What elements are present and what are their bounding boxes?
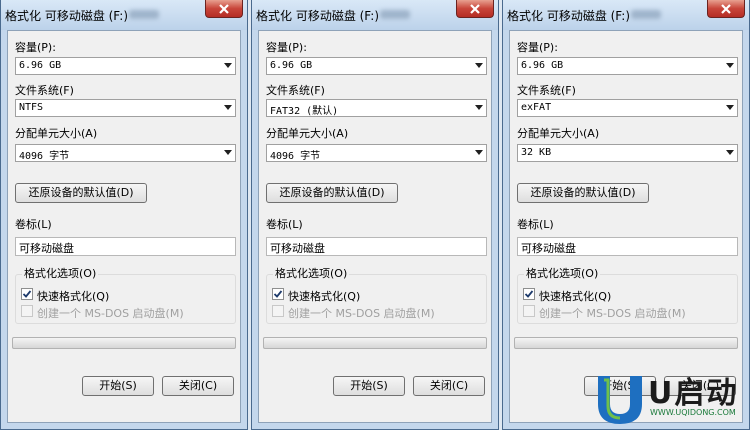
format-progress-bar xyxy=(263,337,487,349)
dialog-body: 容量(P): 6.96 GB 文件系统(F) exFAT 分配单元大小(A) 3… xyxy=(509,30,743,423)
format-dialog-2: 格式化 可移动磁盘 (F:) 容量(P): 6.96 GB 文件系统(F) FA… xyxy=(251,0,499,430)
filesystem-label: 文件系统(F) xyxy=(15,84,74,97)
chevron-down-icon xyxy=(726,63,734,68)
title-redaction xyxy=(129,10,159,19)
volume-label-value: 可移动磁盘 xyxy=(521,242,576,255)
dialog-body: 容量(P): 6.96 GB 文件系统(F) FAT32 (默认) 分配单元大小… xyxy=(258,30,492,423)
filesystem-select[interactable]: exFAT xyxy=(517,99,738,117)
alloc-size-select[interactable]: 4096 字节 xyxy=(15,144,236,162)
dialog-body: 容量(P): 6.96 GB 文件系统(F) NTFS 分配单元大小(A) 40… xyxy=(7,30,241,423)
volume-label-input[interactable]: 可移动磁盘 xyxy=(15,237,236,256)
volume-label-label: 卷标(L) xyxy=(15,218,52,231)
quick-format-checkbox[interactable] xyxy=(21,288,33,300)
close-icon[interactable] xyxy=(707,0,745,18)
titlebar: 格式化 可移动磁盘 (F:) xyxy=(503,0,749,30)
filesystem-value: exFAT xyxy=(521,102,552,113)
titlebar: 格式化 可移动磁盘 (F:) xyxy=(1,0,247,30)
format-options-label: 格式化选项(O) xyxy=(524,265,601,281)
quick-format-checkbox[interactable] xyxy=(523,288,535,300)
msdos-boot-checkbox[interactable] xyxy=(523,305,535,317)
checkmark-icon xyxy=(273,290,283,298)
capacity-value: 6.96 GB xyxy=(521,60,564,71)
window-title: 格式化 可移动磁盘 (F:) xyxy=(256,9,380,23)
msdos-boot-checkbox[interactable] xyxy=(21,305,33,317)
titlebar: 格式化 可移动磁盘 (F:) xyxy=(252,0,498,30)
filesystem-label: 文件系统(F) xyxy=(517,84,576,97)
alloc-size-label: 分配单元大小(A) xyxy=(517,127,600,140)
close-icon[interactable] xyxy=(205,0,243,18)
volume-label-label: 卷标(L) xyxy=(517,218,554,231)
close-button[interactable]: 关闭(C) xyxy=(413,376,485,396)
window-title: 格式化 可移动磁盘 (F:) xyxy=(507,9,631,23)
filesystem-select[interactable]: NTFS xyxy=(15,99,236,117)
close-button[interactable]: 关闭(C) xyxy=(162,376,234,396)
chevron-down-icon xyxy=(726,150,734,155)
alloc-size-value: 32 KB xyxy=(521,147,552,158)
checkmark-icon xyxy=(22,290,32,298)
format-options-label: 格式化选项(O) xyxy=(273,265,350,281)
chevron-down-icon xyxy=(475,105,483,110)
filesystem-label: 文件系统(F) xyxy=(266,84,325,97)
quick-format-checkbox[interactable] xyxy=(272,288,284,300)
format-dialog-1: 格式化 可移动磁盘 (F:) 容量(P): 6.96 GB 文件系统(F) NT… xyxy=(0,0,248,430)
chevron-down-icon xyxy=(726,105,734,110)
start-button[interactable]: 开始(S) xyxy=(333,376,405,396)
filesystem-value: FAT32 (默认) xyxy=(270,106,339,117)
start-button[interactable]: 开始(S) xyxy=(82,376,154,396)
chevron-down-icon xyxy=(224,150,232,155)
quick-format-label: 快速格式化(Q) xyxy=(539,290,612,303)
chevron-down-icon xyxy=(475,63,483,68)
capacity-value: 6.96 GB xyxy=(19,60,62,71)
capacity-select[interactable]: 6.96 GB xyxy=(266,57,487,75)
alloc-size-label: 分配单元大小(A) xyxy=(15,127,98,140)
title-redaction xyxy=(631,10,661,19)
restore-defaults-button[interactable]: 还原设备的默认值(D) xyxy=(266,183,398,203)
alloc-size-label: 分配单元大小(A) xyxy=(266,127,349,140)
capacity-select[interactable]: 6.96 GB xyxy=(15,57,236,75)
msdos-boot-checkbox[interactable] xyxy=(272,305,284,317)
restore-defaults-button[interactable]: 还原设备的默认值(D) xyxy=(517,183,649,203)
volume-label-value: 可移动磁盘 xyxy=(270,242,325,255)
close-icon[interactable] xyxy=(456,0,494,18)
title-redaction xyxy=(380,10,410,19)
quick-format-label: 快速格式化(Q) xyxy=(37,290,110,303)
volume-label-input[interactable]: 可移动磁盘 xyxy=(517,237,738,256)
format-progress-bar xyxy=(514,337,738,349)
msdos-boot-label: 创建一个 MS-DOS 启动盘(M) xyxy=(288,307,435,320)
watermark-url: WWW.UQIDONG.COM xyxy=(650,408,736,417)
alloc-size-value: 4096 字节 xyxy=(19,151,70,162)
msdos-boot-label: 创建一个 MS-DOS 启动盘(M) xyxy=(37,307,184,320)
volume-label-input[interactable]: 可移动磁盘 xyxy=(266,237,487,256)
quick-format-label: 快速格式化(Q) xyxy=(288,290,361,303)
window-title: 格式化 可移动磁盘 (F:) xyxy=(5,9,129,23)
uqidong-watermark: U启动 WWW.UQIDONG.COM xyxy=(586,366,750,430)
chevron-down-icon xyxy=(224,105,232,110)
msdos-boot-label: 创建一个 MS-DOS 启动盘(M) xyxy=(539,307,686,320)
capacity-label: 容量(P): xyxy=(266,41,307,54)
format-options-label: 格式化选项(O) xyxy=(22,265,99,281)
filesystem-value: NTFS xyxy=(19,102,44,113)
restore-defaults-button[interactable]: 还原设备的默认值(D) xyxy=(15,183,147,203)
alloc-size-select[interactable]: 32 KB xyxy=(517,144,738,162)
chevron-down-icon xyxy=(475,150,483,155)
chevron-down-icon xyxy=(224,63,232,68)
capacity-select[interactable]: 6.96 GB xyxy=(517,57,738,75)
u-logo-icon xyxy=(598,376,642,424)
watermark-brand: U启动 xyxy=(648,376,739,411)
filesystem-select[interactable]: FAT32 (默认) xyxy=(266,99,487,117)
volume-label-label: 卷标(L) xyxy=(266,218,303,231)
capacity-label: 容量(P): xyxy=(517,41,558,54)
volume-label-value: 可移动磁盘 xyxy=(19,242,74,255)
capacity-label: 容量(P): xyxy=(15,41,56,54)
alloc-size-select[interactable]: 4096 字节 xyxy=(266,144,487,162)
checkmark-icon xyxy=(524,290,534,298)
alloc-size-value: 4096 字节 xyxy=(270,151,321,162)
format-progress-bar xyxy=(12,337,236,349)
capacity-value: 6.96 GB xyxy=(270,60,313,71)
